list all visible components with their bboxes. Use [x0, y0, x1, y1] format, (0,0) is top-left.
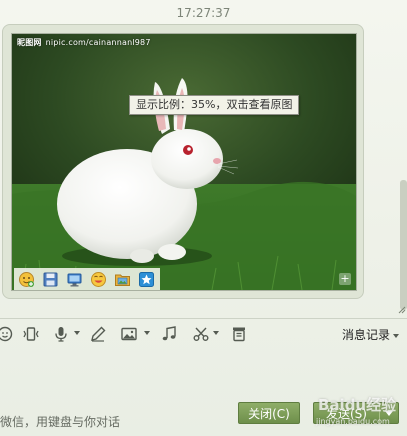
chat-timestamp: 17:27:37 — [176, 6, 231, 20]
expand-icon[interactable]: + — [339, 273, 351, 285]
baidu-brand-watermark: Baidu经验 — [318, 396, 397, 414]
input-toolbar: 消息记录 — [0, 320, 407, 348]
image-caret-icon[interactable] — [144, 331, 150, 335]
message-history-button[interactable]: 消息记录 — [342, 326, 399, 343]
history-label: 消息记录 — [341, 328, 390, 342]
watermark-url: nipic.com/cainannanl987 — [45, 38, 151, 47]
rabbit-photo[interactable]: 昵图网 nipic.com/cainannanl987 显示比例：35%，双击查看… — [11, 33, 357, 291]
image-tool-strip — [14, 268, 160, 290]
scrollbar-thumb[interactable] — [400, 180, 407, 310]
scale-tooltip: 显示比例：35%，双击查看原图 — [129, 95, 300, 115]
image-message-bubble: 昵图网 nipic.com/cainannanl987 显示比例：35%，双击查看… — [2, 24, 364, 299]
photo-watermark: 昵图网 nipic.com/cainannanl987 — [17, 37, 151, 48]
voice-caret-icon[interactable] — [74, 331, 80, 335]
pin-icon[interactable] — [137, 270, 156, 289]
close-button[interactable]: 关闭(C) — [238, 402, 300, 424]
image-icon[interactable] — [118, 324, 140, 344]
rabbit-scene — [12, 34, 356, 290]
scissors-icon[interactable] — [190, 324, 212, 344]
input-hint: 微信，用键盘与你对话 — [0, 415, 121, 429]
pen-icon[interactable] — [87, 324, 109, 344]
baidu-url-watermark: jingyan.baidu.com — [316, 417, 390, 426]
screen-icon[interactable] — [65, 270, 84, 289]
resize-grip-icon[interactable] — [398, 306, 406, 314]
shake-icon[interactable] — [20, 324, 42, 344]
scissors-caret-icon[interactable] — [213, 331, 219, 335]
folder-image-icon[interactable] — [113, 270, 132, 289]
history-caret-icon — [393, 333, 399, 338]
emoji-add-icon[interactable] — [17, 270, 36, 289]
toolbar-divider — [0, 318, 407, 319]
watermark-logo: 昵图网 — [17, 38, 42, 47]
trash-icon[interactable] — [228, 324, 250, 344]
save-icon[interactable] — [41, 270, 60, 289]
voice-icon[interactable] — [50, 324, 72, 344]
music-icon[interactable] — [158, 324, 180, 344]
smiley-icon[interactable] — [0, 324, 16, 344]
smiley-icon[interactable] — [89, 270, 108, 289]
chat-scrollbar[interactable] — [399, 0, 407, 318]
